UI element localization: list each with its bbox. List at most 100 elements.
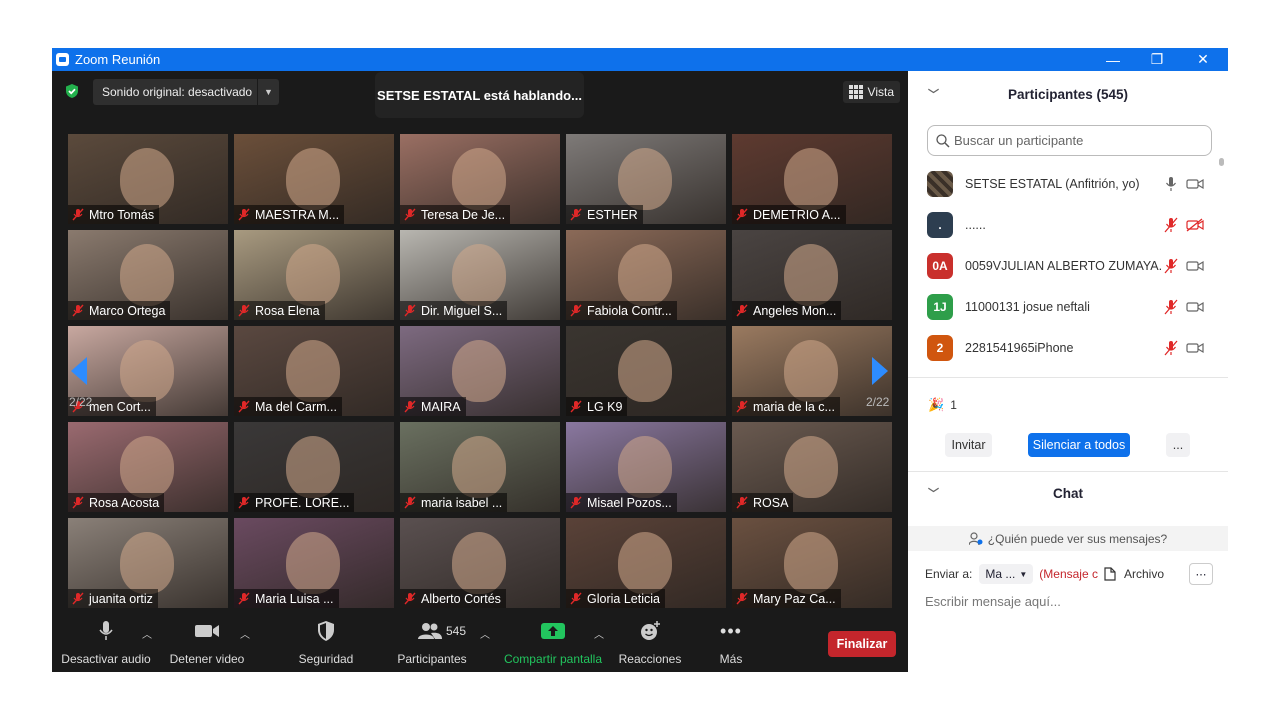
video-tile[interactable]: MAESTRA M... [234,134,394,224]
video-tile[interactable]: ROSA [732,422,892,512]
security-label[interactable]: Seguridad [288,652,364,666]
chat-more-icon[interactable]: ⋯ [1189,563,1213,585]
participants-button[interactable]: 545 Participantes [392,616,472,672]
muted-mic-icon[interactable] [1164,217,1178,233]
mute-all-button[interactable]: Silenciar a todos [1028,433,1130,457]
view-button[interactable]: Vista [842,81,900,103]
video-tile[interactable]: Mtro Tomás [68,134,228,224]
participant-row[interactable]: 1J 11000131 josue neftali [908,286,1218,327]
participant-row[interactable]: SETSE ESTATAL (Anfitrión, yo) [908,163,1218,204]
recipient-value[interactable]: Ma ... [985,567,1015,581]
muted-mic-icon[interactable] [1164,340,1178,356]
camera-icon[interactable] [1186,300,1204,314]
more-label[interactable]: Más [706,652,756,666]
tile-name-label: Maria Luisa ... [234,589,339,608]
video-tile[interactable]: Ma del Carm... [234,326,394,416]
restore-button[interactable]: ❐ [1134,48,1180,71]
file-button[interactable]: Archivo [1124,567,1164,581]
video-tile[interactable]: LG K9 [566,326,726,416]
video-tile[interactable]: DEMETRIO A... [732,134,892,224]
participants-label[interactable]: Participantes [392,652,472,666]
video-tile[interactable]: juanita ortiz [68,518,228,608]
participant-row[interactable]: ....... [908,204,1218,245]
participant-row[interactable]: 2 2281541965iPhone [908,327,1218,368]
chevron-down-icon[interactable]: ▼ [257,79,279,105]
collapse-chevron-icon[interactable]: ﹀ [928,86,939,102]
encryption-shield-icon[interactable] [64,83,80,99]
who-can-see-link[interactable]: ¿Quién puede ver sus mensajes? [908,526,1228,551]
more-button[interactable]: ••• Más [706,616,756,672]
file-icon[interactable] [1104,567,1116,581]
who-can-see-text[interactable]: ¿Quién puede ver sus mensajes? [988,532,1167,546]
muted-mic-icon[interactable] [1164,299,1178,315]
participant-name: 0059VJULIAN ALBERTO ZUMAYA... [965,258,1163,273]
muted-mic-icon[interactable] [1164,258,1178,274]
video-tile[interactable]: Dir. Miguel S... [400,230,560,320]
close-button[interactable]: ✕ [1180,48,1226,71]
share-options-chevron-icon[interactable]: ︿ [594,626,604,641]
video-tile[interactable]: Rosa Elena [234,230,394,320]
video-tile[interactable]: Rosa Acosta [68,422,228,512]
mute-audio-label[interactable]: Desactivar audio [60,652,152,666]
original-sound-control[interactable]: Sonido original: desactivado ▼ [93,79,279,105]
video-tile[interactable]: Mary Paz Ca... [732,518,892,608]
video-tile[interactable]: MAIRA [400,326,560,416]
muted-mic-icon [570,208,582,221]
tile-name-label: PROFE. LORE... [234,493,355,512]
audio-options-chevron-icon[interactable]: ︿ [142,626,152,641]
video-tile[interactable]: ESTHER [566,134,726,224]
participant-search[interactable]: Buscar un participante [927,125,1212,156]
collapse-chat-chevron-icon[interactable]: ﹀ [928,485,939,501]
next-page-icon[interactable] [870,356,890,386]
stop-video-button[interactable]: Detener video [162,616,252,672]
participant-scrollbar[interactable] [1218,158,1225,373]
previous-page-icon[interactable] [69,356,89,386]
camera-icon[interactable] [1186,341,1204,355]
reactions-button[interactable]: Reacciones [618,616,682,672]
view-label[interactable]: Vista [868,85,894,99]
chat-title: Chat [1053,485,1083,501]
video-tile[interactable]: maria isabel ... [400,422,560,512]
tile-name-label: Alberto Cortés [400,589,506,608]
search-input[interactable]: Buscar un participante [954,133,1083,148]
participant-video [784,340,838,402]
tile-name-text: LG K9 [587,399,623,414]
video-tile[interactable]: Gloria Leticia [566,518,726,608]
invite-button[interactable]: Invitar [945,433,992,457]
tile-name-label: LG K9 [566,397,628,416]
share-screen-button[interactable]: Compartir pantalla [502,616,604,672]
avatar: . [927,211,953,238]
participant-row[interactable]: 0A 0059VJULIAN ALBERTO ZUMAYA... [908,245,1218,286]
mute-audio-button[interactable]: Desactivar audio [60,616,152,672]
tile-name-label: maria isabel ... [400,493,508,512]
video-tile[interactable]: PROFE. LORE... [234,422,394,512]
muted-mic-icon [570,496,582,509]
avatar: 0A [927,252,953,279]
tile-name-label: ROSA [732,493,794,512]
video-tile[interactable]: Alberto Cortés [400,518,560,608]
tile-name-label: MAESTRA M... [234,205,345,224]
security-button[interactable]: Seguridad [288,616,364,672]
share-screen-label[interactable]: Compartir pantalla [502,652,604,666]
video-off-icon[interactable] [1186,217,1204,232]
more-options-button[interactable]: ... [1166,433,1190,457]
end-meeting-button[interactable]: Finalizar [828,631,896,657]
video-tile[interactable]: Marco Ortega [68,230,228,320]
microphone-icon[interactable] [1164,176,1178,192]
camera-icon[interactable] [1186,259,1204,273]
original-sound-label[interactable]: Sonido original: desactivado [93,85,257,99]
participants-options-chevron-icon[interactable]: ︿ [480,626,490,641]
video-tile[interactable]: Maria Luisa ... [234,518,394,608]
camera-icon[interactable] [1186,177,1204,191]
tile-name-text: Rosa Acosta [89,495,160,510]
minimize-button[interactable]: — [1090,48,1136,71]
video-tile[interactable]: Teresa De Je... [400,134,560,224]
video-tile[interactable]: Misael Pozos... [566,422,726,512]
stop-video-label[interactable]: Detener video [162,652,252,666]
video-tile[interactable]: Fabiola Contr... [566,230,726,320]
reactions-label[interactable]: Reacciones [618,652,682,666]
video-tile[interactable]: Angeles Mon... [732,230,892,320]
video-options-chevron-icon[interactable]: ︿ [240,626,250,641]
recipient-select[interactable]: Ma ... ▼ [979,564,1034,584]
message-input[interactable]: Escribir mensaje aquí... [925,594,1061,609]
